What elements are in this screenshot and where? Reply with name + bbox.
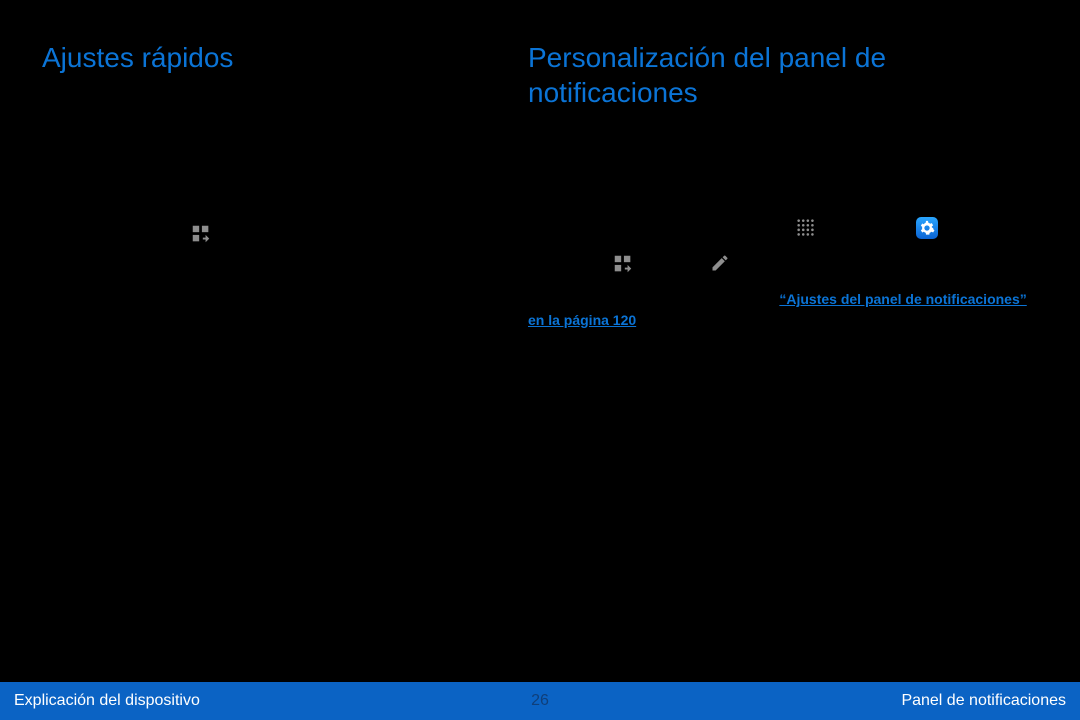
right-step1-num: 1. — [528, 217, 540, 238]
footer-left: Explicación del dispositivo — [14, 692, 200, 710]
right-step1-text-c: Ajustes. — [941, 219, 991, 235]
page-footer: Explicación del dispositivo 26 Panel de … — [0, 682, 1080, 720]
left-step-text-a: Deslice el dedo hacia la izquierda o hac… — [66, 204, 487, 241]
right-step2-text-a: Pulse en — [552, 255, 610, 271]
view-all-icon — [190, 223, 212, 245]
right-step-2: 2. Pulse en Ver todo > Editar. — [528, 253, 1040, 275]
right-column: Personalización del panel de notificacio… — [528, 40, 1040, 344]
left-column: Ajustes rápidos Además de las notificaci… — [42, 40, 502, 259]
right-step2-num: 2. — [528, 253, 540, 274]
right-step2-text-c: Editar. — [738, 255, 778, 271]
left-paragraph-1: Además de las notificaciones, el panel d… — [42, 93, 502, 154]
apps-grid-icon — [795, 217, 817, 239]
left-step-1: ► Deslice el dedo hacia la izquierda o h… — [42, 202, 502, 245]
right-p2-b: . — [640, 312, 644, 328]
edit-pencil-icon — [710, 253, 732, 275]
left-list-intro: Para ver ajustes rápidos adicionales: — [42, 168, 502, 188]
right-paragraph-2: Para obtener más información, consulte “… — [528, 289, 1040, 330]
right-title: Personalización del panel de notificacio… — [528, 40, 1040, 110]
footer-right: Panel de notificaciones — [901, 692, 1066, 710]
left-step-bullet: ► — [42, 202, 56, 223]
left-title: Ajustes rápidos — [42, 40, 502, 75]
right-paragraph-1: Puede personalizar los ajustes rápidos q… — [528, 128, 1040, 169]
view-all-icon — [612, 253, 634, 275]
right-step2-text-b: Ver todo > — [640, 255, 708, 271]
left-step-text-b: Ver todo. — [218, 225, 274, 241]
manual-page: Ajustes rápidos Además de las notificaci… — [0, 0, 1080, 720]
right-step1-text-b: Aplicaciones > — [822, 219, 917, 235]
right-step1-text-a: Desde una pantalla de inicio, pulse en — [552, 219, 793, 235]
right-step-1: 1. Desde una pantalla de inicio, pulse e… — [528, 217, 1040, 239]
settings-icon — [916, 217, 938, 239]
right-p2-a: Para obtener más información, consulte — [528, 291, 779, 307]
right-list-intro: Para personalizar los Ajustes rápidos: — [528, 183, 1040, 203]
page-number: 26 — [531, 692, 549, 710]
